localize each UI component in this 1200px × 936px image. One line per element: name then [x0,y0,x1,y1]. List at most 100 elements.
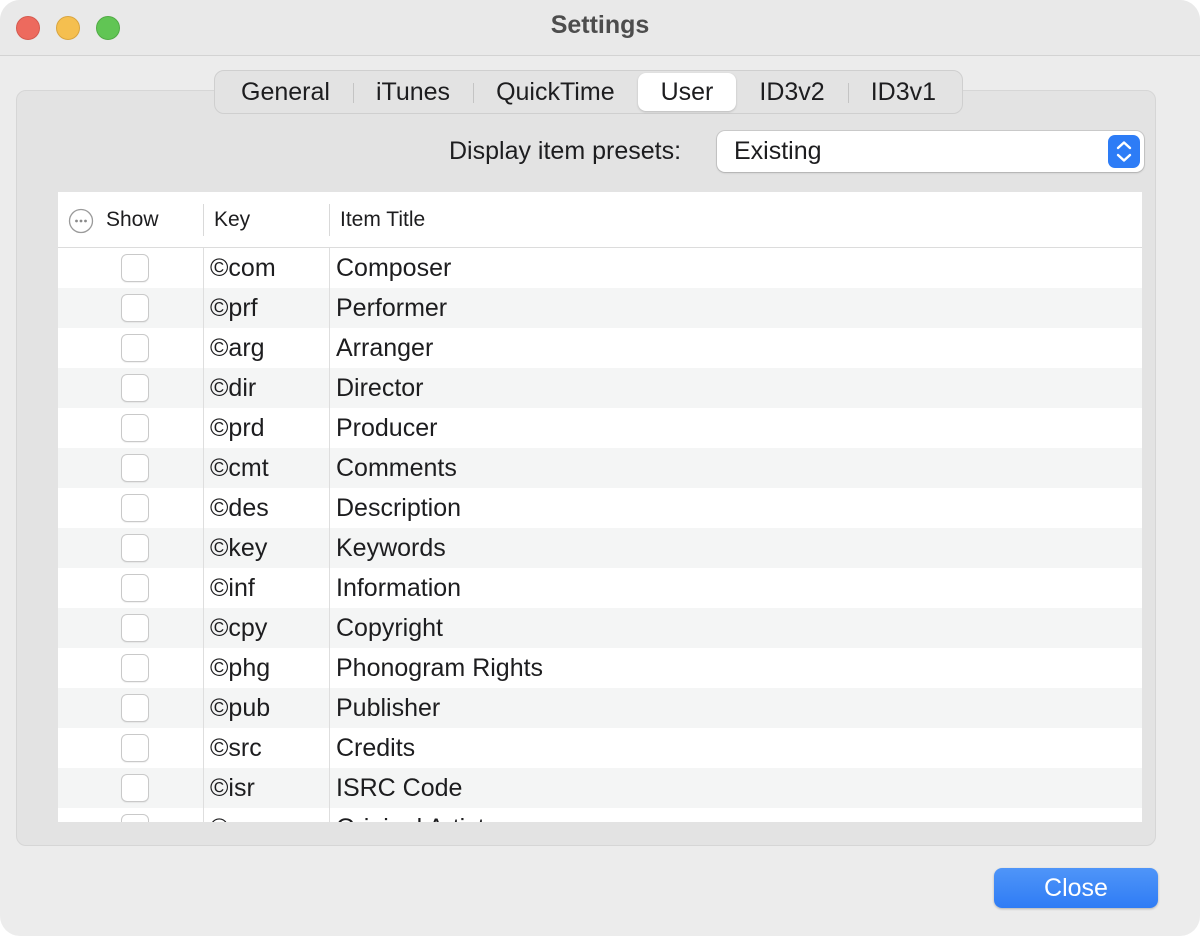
show-checkbox[interactable] [121,774,149,802]
tab-user[interactable]: User [637,73,737,111]
column-divider [329,528,330,568]
column-divider [203,248,204,288]
column-divider[interactable] [203,204,204,236]
show-checkbox[interactable] [121,614,149,642]
table-row[interactable]: ©key Keywords [58,528,1142,568]
column-header-show[interactable]: Show [106,208,159,232]
column-divider [203,648,204,688]
key-cell: ©prd [210,414,265,442]
item-title-cell[interactable]: Director [336,374,424,403]
column-divider [203,568,204,608]
table-header: Show Key Item Title [58,192,1142,248]
column-divider [329,288,330,328]
column-divider [203,488,204,528]
item-title-cell[interactable]: Composer [336,254,451,283]
key-cell: ©src [210,734,262,762]
window-title: Settings [550,11,650,39]
column-divider [329,728,330,768]
key-cell: ©cmt [210,454,269,482]
close-button[interactable]: Close [994,868,1158,908]
item-title-cell[interactable]: Copyright [336,614,443,643]
presets-selected-value: Existing [734,137,822,165]
column-divider [203,608,204,648]
tab-label: ID3v1 [870,77,937,106]
tab-id3v2[interactable]: ID3v2 [736,73,847,111]
table-row[interactable]: ©src Credits [58,728,1142,768]
tab-id3v1[interactable]: ID3v1 [847,73,959,111]
column-divider [329,248,330,288]
show-checkbox[interactable] [121,254,149,282]
column-divider [203,768,204,808]
table-row[interactable]: ©arg Arranger [58,328,1142,368]
table-row[interactable]: ©pub Publisher [58,688,1142,728]
settings-window: Settings General iTunes QuickTime User I… [0,0,1200,936]
show-checkbox[interactable] [121,574,149,602]
tab-quicktime[interactable]: QuickTime [473,73,638,111]
title-bar: Settings [0,0,1200,56]
show-checkbox[interactable] [121,294,149,322]
column-divider [203,528,204,568]
show-checkbox[interactable] [121,734,149,762]
show-checkbox[interactable] [121,494,149,522]
item-title-cell[interactable]: Credits [336,734,415,763]
item-title-cell[interactable]: Publisher [336,694,440,723]
column-header-key[interactable]: Key [214,208,250,232]
table-row[interactable]: ©isr ISRC Code [58,768,1142,808]
key-cell: ©pub [210,694,271,722]
column-divider [329,328,330,368]
show-checkbox[interactable] [121,334,149,362]
item-title-cell[interactable]: Performer [336,294,447,323]
column-header-item-title[interactable]: Item Title [340,208,425,232]
item-title-cell[interactable]: Description [336,494,461,523]
key-cell: ©dir [210,374,257,402]
table-row[interactable]: ©cpy Copyright [58,608,1142,648]
key-cell: ©key [210,534,268,562]
item-title-cell[interactable]: Keywords [336,534,446,563]
table-row[interactable]: ©com Composer [58,248,1142,288]
column-divider [329,488,330,528]
tab-general[interactable]: General [218,73,353,111]
item-title-cell[interactable]: Phonogram Rights [336,654,543,683]
column-divider [329,608,330,648]
key-cell: ©com [210,254,276,282]
item-title-cell[interactable]: Producer [336,414,437,443]
tab-label: QuickTime [496,77,615,106]
table-row[interactable]: ©inf Information [58,568,1142,608]
table-row[interactable]: ©ope Original Artist [58,808,1142,822]
more-options-icon[interactable] [68,208,94,234]
tab-label: General [241,77,330,106]
item-title-cell[interactable]: Comments [336,454,457,483]
show-checkbox[interactable] [121,414,149,442]
column-divider[interactable] [329,204,330,236]
column-divider [329,568,330,608]
tab-label: ID3v2 [759,77,825,106]
table-row[interactable]: ©des Description [58,488,1142,528]
show-checkbox[interactable] [121,454,149,482]
show-checkbox[interactable] [121,534,149,562]
table-row[interactable]: ©prd Producer [58,408,1142,448]
show-checkbox[interactable] [121,694,149,722]
item-title-cell[interactable]: ISRC Code [336,774,462,803]
column-divider [329,448,330,488]
column-divider [329,648,330,688]
item-title-cell[interactable]: Information [336,574,461,603]
column-divider [329,408,330,448]
presets-popup-button[interactable]: Existing [717,131,1144,172]
table-row[interactable]: ©cmt Comments [58,448,1142,488]
tab-bar: General iTunes QuickTime User ID3v2 ID3v… [214,70,964,114]
show-checkbox[interactable] [121,814,149,822]
show-checkbox[interactable] [121,374,149,402]
column-divider [203,728,204,768]
chevron-up-down-icon [1108,135,1140,168]
table-row[interactable]: ©dir Director [58,368,1142,408]
table-row[interactable]: ©phg Phonogram Rights [58,648,1142,688]
show-checkbox[interactable] [121,654,149,682]
item-title-cell[interactable]: Original Artist [336,814,485,822]
item-title-cell[interactable]: Arranger [336,334,433,363]
tab-label: iTunes [375,77,451,106]
table-row[interactable]: ©prf Performer [58,288,1142,328]
key-cell: ©ope [210,814,270,822]
user-items-table[interactable]: Show Key Item Title ©com Composer ©prf P… [58,192,1142,822]
tab-itunes[interactable]: iTunes [352,73,473,111]
column-divider [203,448,204,488]
